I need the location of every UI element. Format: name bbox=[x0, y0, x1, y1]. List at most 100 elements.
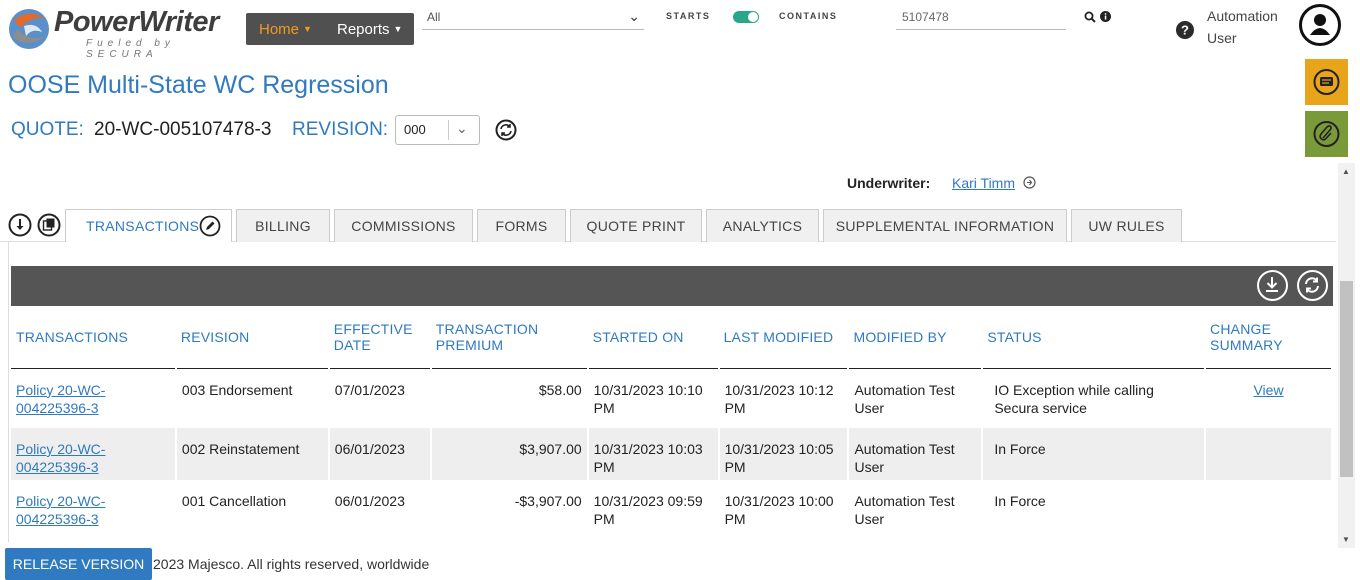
svg-text:?: ? bbox=[1181, 23, 1189, 38]
select-divider bbox=[448, 120, 449, 140]
search-mode-starts-label: STARTS bbox=[666, 11, 711, 21]
revision-select[interactable]: 000 ⌄ bbox=[395, 115, 480, 145]
started-on-cell: 10/31/2023 09:59 PM bbox=[587, 480, 720, 540]
tab-commissions[interactable]: COMMISSIONS bbox=[334, 209, 473, 242]
edit-pencil-icon[interactable] bbox=[199, 215, 221, 237]
column-header[interactable]: LAST MODIFIED bbox=[718, 306, 849, 369]
refresh-revision-icon[interactable] bbox=[495, 119, 517, 141]
transactions-table: TRANSACTIONS REVISION EFFECTIVE DATE TRA… bbox=[11, 306, 1333, 540]
table-header-row: TRANSACTIONS REVISION EFFECTIVE DATE TRA… bbox=[11, 306, 1332, 369]
tab-billing[interactable]: BILLING bbox=[236, 209, 330, 242]
tab-transactions[interactable]: TRANSACTIONS bbox=[65, 209, 232, 242]
revision-cell: 002 Reinstatement bbox=[175, 428, 330, 480]
table-row: Policy 20-WC-004225396-3 001 Cancellatio… bbox=[11, 480, 1333, 540]
policy-link[interactable]: Policy 20-WC-004225396-3 bbox=[16, 382, 105, 416]
policy-link[interactable]: Policy 20-WC-004225396-3 bbox=[16, 441, 105, 475]
tab-label: BILLING bbox=[255, 218, 311, 234]
paperclip-icon bbox=[1313, 121, 1340, 147]
effective-date-cell: 06/01/2023 bbox=[328, 480, 432, 540]
tab-quote-print[interactable]: QUOTE PRINT bbox=[570, 209, 702, 242]
started-on-cell: 10/31/2023 10:10 PM bbox=[587, 368, 720, 428]
info-icon[interactable] bbox=[1100, 11, 1111, 22]
attachments-side-button[interactable] bbox=[1305, 111, 1348, 157]
quote-label: QUOTE: bbox=[11, 119, 84, 140]
underwriter-label: Underwriter: bbox=[847, 175, 931, 191]
change-summary-view-link[interactable]: View bbox=[1253, 382, 1283, 398]
column-header[interactable]: TRANSACTION PREMIUM bbox=[430, 306, 588, 369]
table-row: Policy 20-WC-004225396-3 002 Reinstateme… bbox=[11, 428, 1333, 480]
column-header[interactable]: EFFECTIVE DATE bbox=[328, 306, 431, 369]
tab-supplemental-information[interactable]: SUPPLEMENTAL INFORMATION bbox=[823, 209, 1067, 242]
refresh-icon bbox=[1305, 277, 1319, 293]
avatar[interactable] bbox=[1299, 4, 1341, 46]
nav-reports-label: Reports bbox=[337, 21, 390, 38]
tab-uw-rules[interactable]: UW RULES bbox=[1071, 209, 1182, 242]
modified-by-cell: Automation Test User bbox=[848, 428, 984, 480]
revision-cell: 003 Endorsement bbox=[175, 368, 330, 428]
main-nav: Home ▼ Reports ▼ bbox=[246, 13, 414, 45]
column-header[interactable]: REVISION bbox=[175, 306, 329, 369]
vertical-scrollbar[interactable]: ▲ ▼ bbox=[1338, 163, 1355, 548]
column-header[interactable]: STATUS bbox=[982, 306, 1206, 369]
search-mode-toggle[interactable] bbox=[733, 11, 759, 23]
underwriter-link[interactable]: Kari Timm bbox=[952, 175, 1015, 191]
column-header[interactable]: MODIFIED BY bbox=[848, 306, 983, 369]
nav-home-label: Home bbox=[259, 21, 300, 38]
copyright-text: 2023 Majesco. All rights reserved, world… bbox=[153, 556, 430, 572]
last-modified-cell: 10/31/2023 10:05 PM bbox=[718, 428, 850, 480]
column-header[interactable]: STARTED ON bbox=[587, 306, 719, 369]
contact-icon[interactable] bbox=[1023, 176, 1036, 189]
status-cell: In Force bbox=[982, 480, 1207, 540]
chevron-down-icon: ▼ bbox=[393, 24, 403, 34]
search-scope-value: All bbox=[427, 10, 441, 24]
chevron-down-icon: ⌄ bbox=[456, 120, 468, 136]
user-icon bbox=[1310, 14, 1330, 35]
release-version-button[interactable]: RELEASE VERSION bbox=[5, 548, 152, 580]
started-on-cell: 10/31/2023 10:03 PM bbox=[587, 428, 720, 480]
scrollbar-thumb[interactable] bbox=[1340, 281, 1353, 477]
tab-label: FORMS bbox=[495, 218, 548, 234]
logo-tagline: Fueled by SECURA bbox=[86, 38, 175, 60]
tab-label: QUOTE PRINT bbox=[586, 218, 686, 234]
powerwriter-logo[interactable]: PowerWriter Fueled by SECURA bbox=[6, 4, 238, 60]
tab-label: UW RULES bbox=[1088, 218, 1165, 234]
download-button[interactable] bbox=[1257, 270, 1288, 301]
tab-label: COMMISSIONS bbox=[351, 218, 456, 234]
logo-swirl-icon bbox=[9, 9, 49, 49]
modified-by-cell: Automation Test User bbox=[848, 368, 984, 428]
column-header[interactable]: CHANGE SUMMARY bbox=[1205, 306, 1332, 369]
effective-date-cell: 07/01/2023 bbox=[328, 368, 432, 428]
column-header[interactable]: TRANSACTIONS bbox=[11, 306, 176, 369]
scroll-up-arrow-icon[interactable]: ▲ bbox=[1342, 167, 1350, 176]
nav-reports-menu[interactable]: Reports ▼ bbox=[337, 13, 402, 45]
table-row: Policy 20-WC-004225396-3 003 Endorsement… bbox=[11, 368, 1333, 428]
premium-cell: -$3,907.00 bbox=[430, 480, 589, 540]
premium-cell: $58.00 bbox=[430, 368, 589, 428]
search-icon[interactable] bbox=[1084, 11, 1096, 23]
chat-icon bbox=[1313, 69, 1340, 95]
modified-by-cell: Automation Test User bbox=[848, 480, 984, 540]
tab-bar: TRANSACTIONS BILLING COMMISSIONS FORMS Q… bbox=[0, 209, 1336, 242]
nav-home-menu[interactable]: Home ▼ bbox=[259, 13, 312, 45]
user-last-name: User bbox=[1207, 30, 1237, 46]
search-input[interactable] bbox=[896, 5, 1066, 30]
tab-analytics[interactable]: ANALYTICS bbox=[706, 209, 819, 242]
effective-date-cell: 06/01/2023 bbox=[328, 428, 432, 480]
messages-side-button[interactable] bbox=[1305, 59, 1348, 105]
user-name[interactable]: Automation User bbox=[1207, 5, 1278, 49]
logo-wordmark: PowerWriter bbox=[54, 6, 219, 38]
user-first-name: Automation bbox=[1207, 8, 1278, 24]
status-cell: IO Exception while calling Secura servic… bbox=[982, 368, 1207, 428]
policy-link[interactable]: Policy 20-WC-004225396-3 bbox=[16, 493, 105, 527]
download-icon bbox=[1266, 277, 1278, 292]
chevron-down-icon: ⌄ bbox=[628, 8, 640, 24]
tab-label: ANALYTICS bbox=[722, 218, 803, 234]
scroll-down-arrow-icon[interactable]: ▼ bbox=[1342, 535, 1350, 544]
tab-forms[interactable]: FORMS bbox=[477, 209, 566, 242]
premium-cell: $3,907.00 bbox=[430, 428, 589, 480]
quote-number: 20-WC-005107478-3 bbox=[94, 119, 272, 140]
search-scope-select[interactable]: All ⌄ bbox=[422, 6, 644, 30]
grid-toolbar bbox=[11, 266, 1333, 306]
help-icon[interactable]: ? bbox=[1176, 21, 1194, 39]
refresh-grid-button[interactable] bbox=[1297, 270, 1328, 301]
